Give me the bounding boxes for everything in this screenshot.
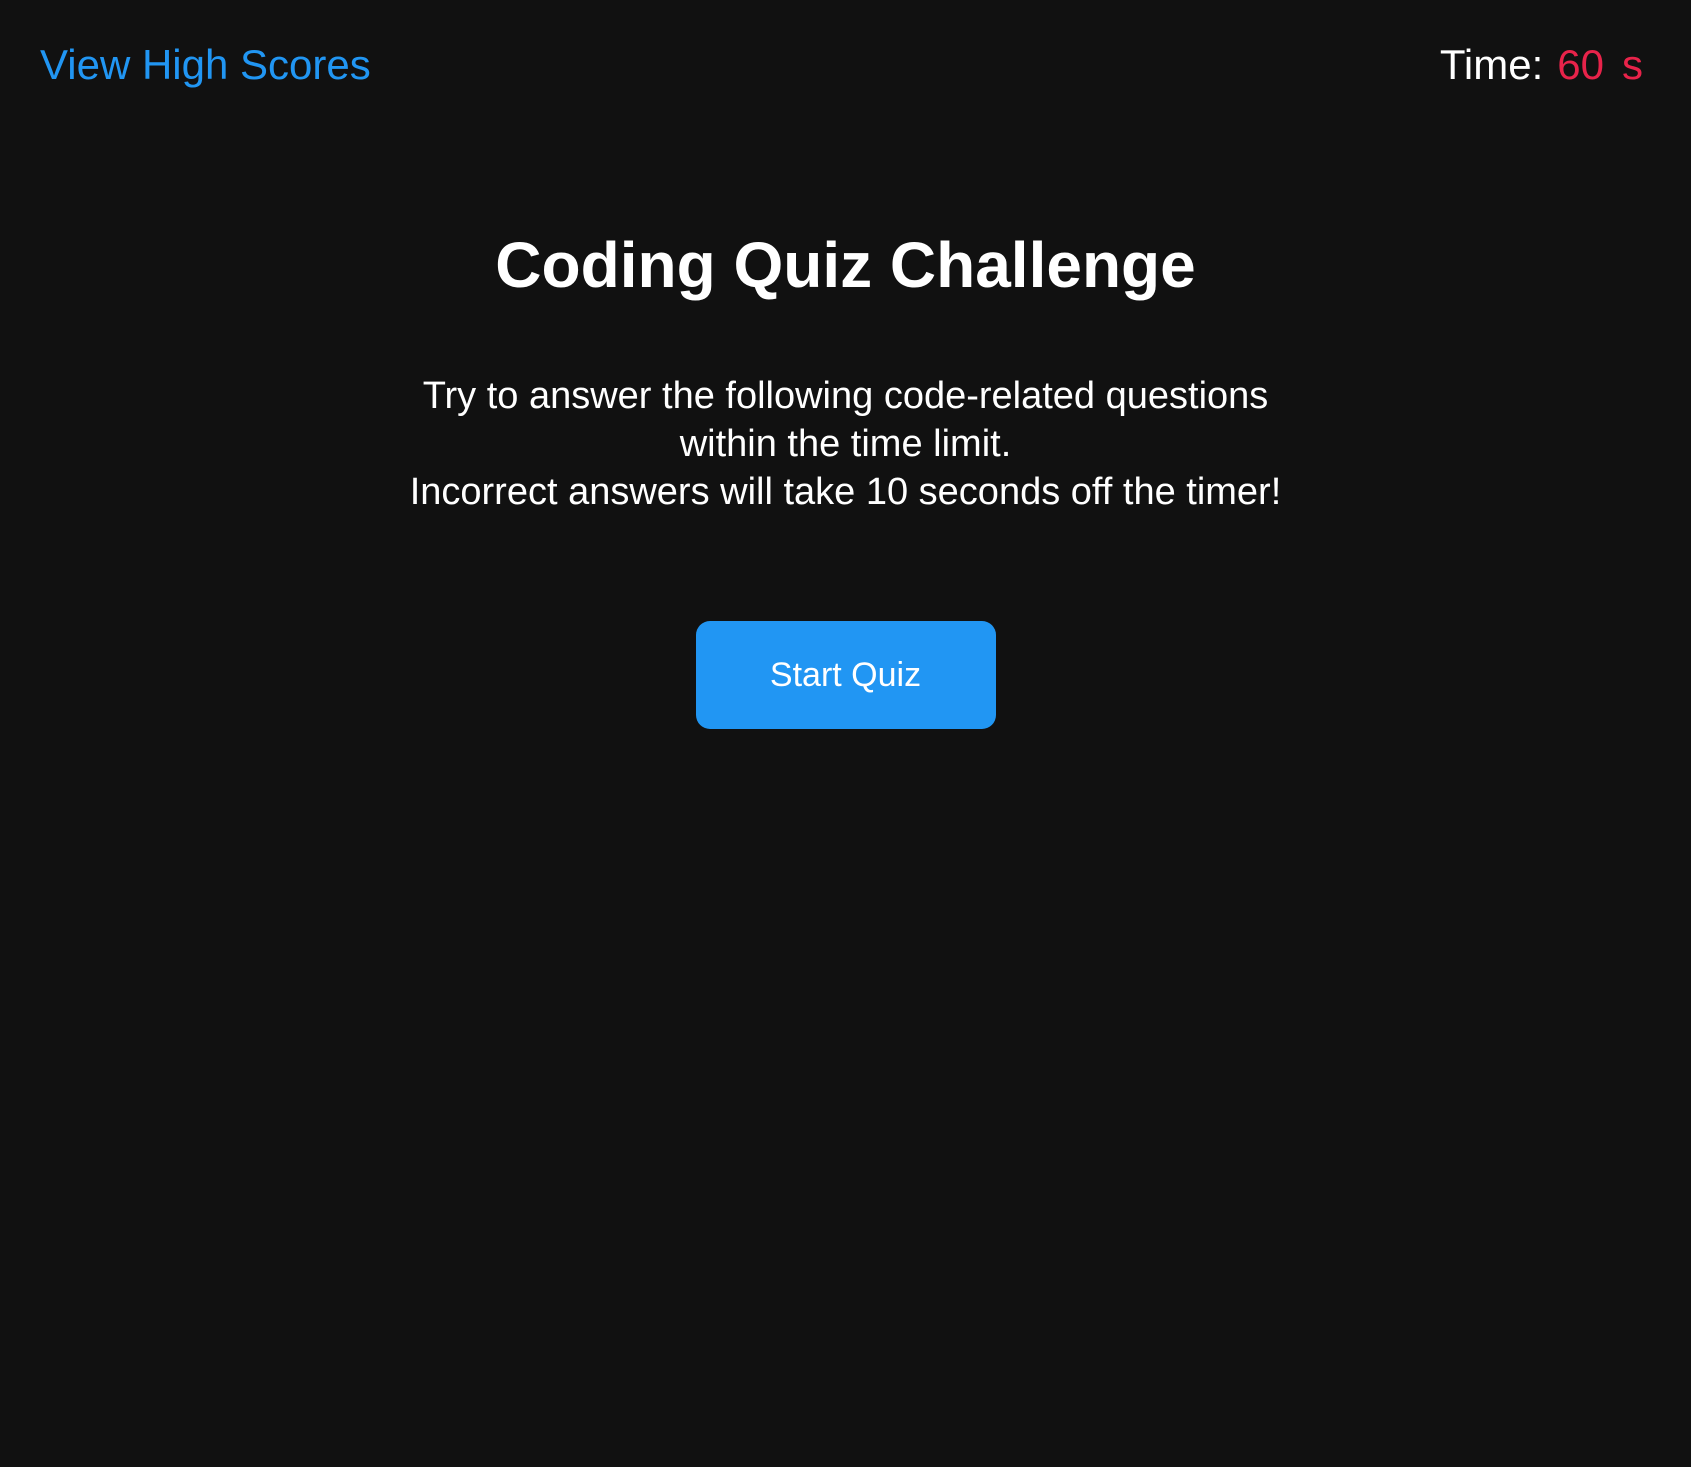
timer: Time: 60 s [1440,40,1643,90]
timer-label: Time: [1439,41,1544,88]
intro-line: within the time limit. [679,423,1012,465]
top-bar: View High Scores Time: 60 s [0,0,1691,130]
intro-text: Try to answer the following code-related… [366,372,1326,516]
page-title: Coding Quiz Challenge [495,229,1196,301]
timer-unit: s [1622,41,1643,88]
view-high-scores-link[interactable]: View High Scores [40,40,371,90]
quiz-intro: Coding Quiz Challenge Try to answer the … [0,220,1691,729]
start-quiz-button[interactable]: Start Quiz [695,621,996,729]
intro-line: Incorrect answers will take 10 seconds o… [409,471,1282,513]
timer-value: 60 [1557,41,1604,88]
intro-line: Try to answer the following code-related… [422,375,1269,417]
